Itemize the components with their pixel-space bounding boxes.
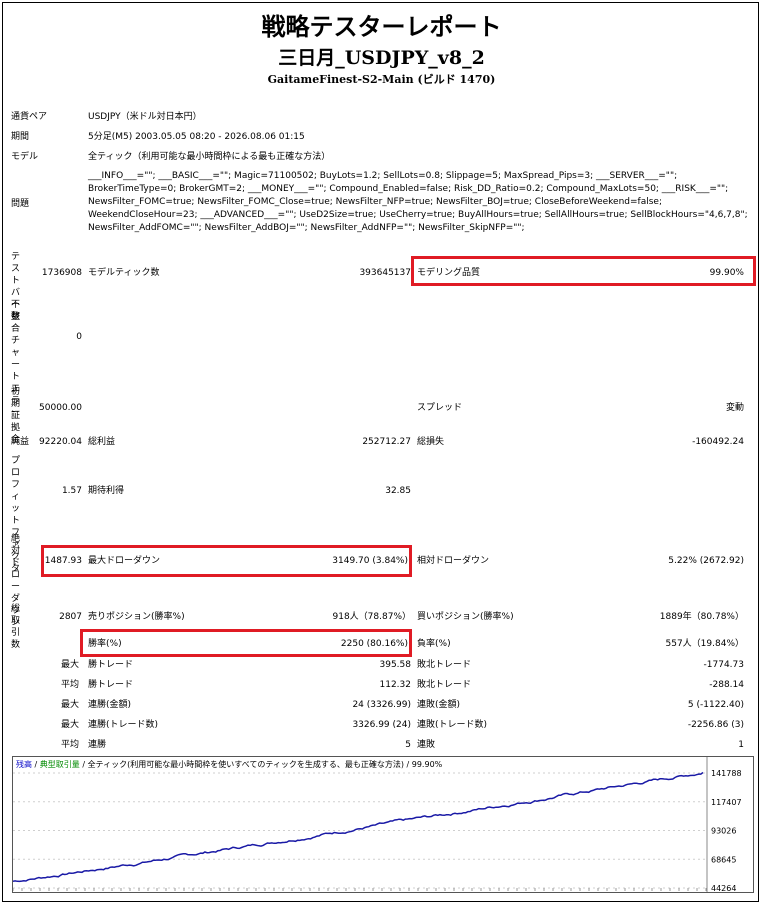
spread-label: スプレッド [417, 403, 463, 413]
loss-value: 557人（19.84%） [665, 639, 745, 649]
period-label: 期間 [11, 132, 30, 142]
detail-value: 395.58 [379, 660, 412, 670]
spread-value: 変動 [725, 403, 744, 413]
expected-value: 32.85 [385, 486, 411, 496]
gross-profit-label: 総利益 [88, 437, 116, 447]
detail-value: -2256.86 (3) [687, 720, 744, 730]
ea-name: 三日月_USDJPY_v8_2 [278, 47, 485, 69]
chart-ytick-label: 117407 [711, 798, 742, 807]
model-label: モデル [11, 152, 39, 162]
detail-value: -288.14 [709, 680, 744, 690]
detail-label: 連勝(トレード数) [88, 720, 159, 730]
detail-label: 勝トレード [88, 660, 134, 670]
symbol-value: USDJPY（米ドル対日本円） [88, 112, 202, 122]
drawdown-highlight [41, 545, 412, 577]
mismatch-value: 0 [76, 332, 82, 342]
detail-value: 3326.99 (24) [352, 720, 411, 730]
detail-value: 1 [738, 740, 744, 750]
loss-label: 負率(%) [417, 639, 451, 649]
chart-ytick-label: 93026 [711, 827, 736, 836]
ticks-label: モデルティック数 [88, 268, 160, 278]
trades-value: 2807 [59, 612, 82, 622]
bars-value: 1736908 [41, 268, 82, 278]
long-value: 1889年（80.78%） [659, 612, 744, 622]
pf-value: 1.57 [61, 486, 82, 496]
winrate-highlight [80, 629, 412, 657]
trades-label: 総取引数 [11, 604, 21, 650]
detail-value: 112.32 [379, 680, 412, 690]
rel-dd-label: 相対ドローダウン [417, 556, 490, 566]
detail-prefix: 平均 [61, 740, 80, 750]
ticks-value: 393645137 [359, 268, 411, 278]
long-label: 買いポジション(勝率%) [417, 612, 514, 622]
detail-value: 5 [405, 740, 411, 750]
short-label: 売りポジション(勝率%) [88, 612, 185, 622]
detail-label: 連敗(トレード数) [417, 720, 488, 730]
detail-label: 連敗 [417, 740, 436, 750]
gross-loss-value: -160492.24 [692, 437, 744, 447]
short-value: 918人（78.87%） [332, 612, 412, 622]
detail-label: 連敗(金額) [417, 700, 461, 710]
detail-prefix: 最大 [61, 700, 80, 710]
chart-ytick-label: 68645 [711, 855, 736, 864]
expected-label: 期待利得 [88, 486, 125, 496]
balance-line [13, 771, 704, 883]
balance-chart: 残高 / 典型取引量 / 全ティック(利用可能な最小時間枠を使いすべてのティック… [12, 756, 754, 893]
gross-profit-value: 252712.27 [362, 437, 411, 447]
detail-value: -1774.73 [703, 660, 744, 670]
report-frame: 戦略テスターレポート 三日月_USDJPY_v8_2 GaitameFinest… [2, 2, 759, 902]
quality-highlight [411, 256, 756, 286]
detail-prefix: 最大 [61, 720, 80, 730]
rel-dd-value: 5.22% (2672.92) [668, 556, 744, 566]
report-title: 戦略テスターレポート [261, 12, 502, 41]
detail-label: 敗北トレード [417, 680, 472, 690]
gross-loss-label: 総損失 [417, 437, 445, 447]
chart-plot: 141788 117407 93026 68645 44264 [13, 757, 742, 892]
model-value: 全ティック（利用可能な最小時間枠による最も正確な方法） [88, 152, 331, 162]
detail-value: 5 (-1122.40) [687, 700, 744, 710]
symbol-label: 通貨ペア [11, 112, 48, 122]
detail-label: 連勝(金額) [88, 700, 132, 710]
net-value: 92220.04 [39, 437, 82, 447]
chart-ytick-label: 44264 [711, 884, 736, 892]
detail-label: 勝トレード [88, 680, 134, 690]
detail-label: 敗北トレード [417, 660, 472, 670]
params-label: 問題 [11, 199, 30, 209]
deposit-value: 50000.00 [39, 403, 82, 413]
detail-value: 24 (3326.99) [352, 700, 411, 710]
detail-label: 連勝 [88, 740, 107, 750]
server-build: GaitameFinest-S2-Main (ビルド 1470) [267, 73, 496, 86]
period-value: 5分足(M5) 2003.05.05 08:20 - 2026.08.06 01… [88, 132, 305, 142]
chart-ytick-label: 141788 [711, 769, 742, 778]
params-value: ___INFO___=""; ___BASIC___=""; Magic=711… [88, 171, 748, 233]
detail-prefix: 最大 [61, 660, 80, 670]
detail-prefix: 平均 [61, 680, 80, 690]
